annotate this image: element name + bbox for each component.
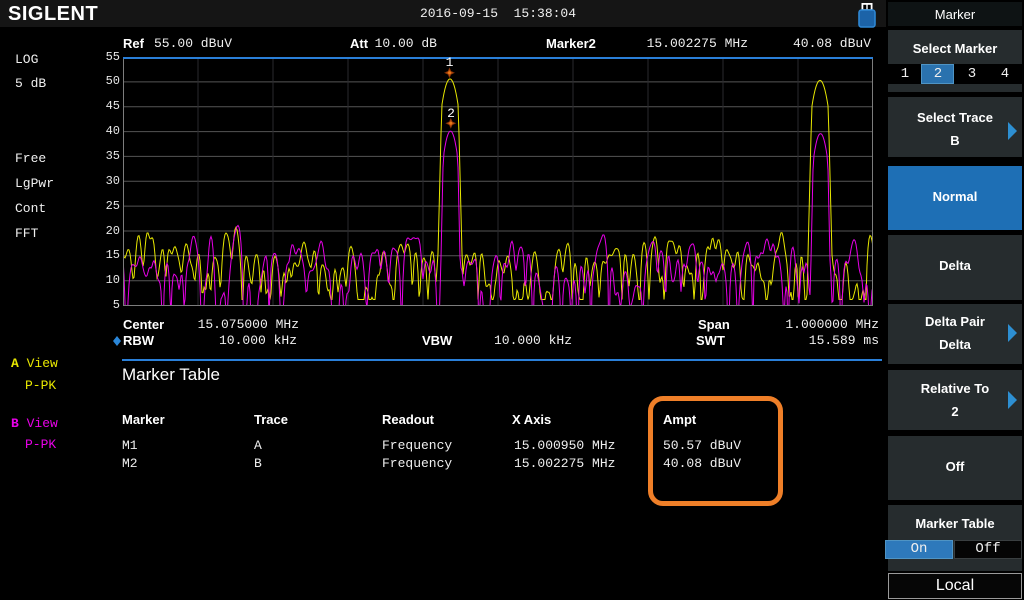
- svg-text:1: 1: [446, 57, 454, 70]
- svg-text:2: 2: [447, 106, 455, 121]
